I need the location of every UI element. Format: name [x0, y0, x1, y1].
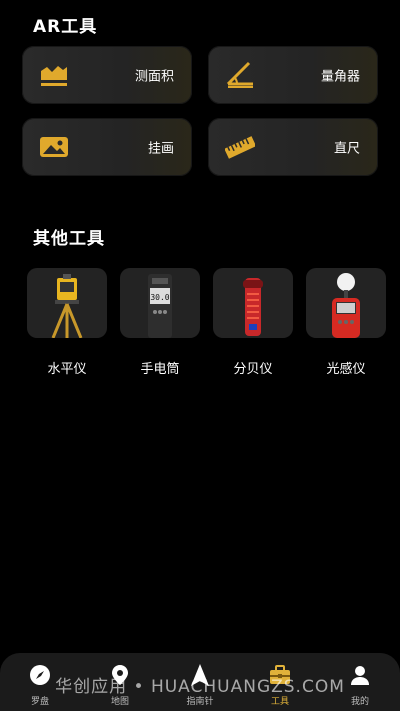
ar-tools-title: AR工具 — [33, 17, 98, 37]
card-picture-hang[interactable]: 挂画 — [22, 118, 192, 176]
tool-level[interactable]: 水平仪 — [27, 268, 107, 377]
tool-flashlight[interactable]: 30.0 手电筒 — [120, 268, 200, 377]
tool-light-meter[interactable]: 光感仪 — [306, 268, 386, 377]
area-measure-icon — [41, 66, 67, 86]
card-label: 直尺 — [333, 141, 360, 157]
decibel-meter-icon — [243, 278, 263, 336]
card-ruler[interactable]: 直尺 — [208, 118, 378, 176]
tool-label: 光感仪 — [326, 362, 366, 377]
tool-decibel[interactable]: 分贝仪 — [213, 268, 293, 377]
watermark-text: 华创应用 • HUACHUANGZS.COM — [55, 677, 345, 697]
tool-label: 手电筒 — [140, 362, 180, 377]
picture-hang-icon — [40, 137, 68, 157]
card-label: 挂画 — [147, 141, 174, 157]
protractor-icon — [226, 61, 253, 88]
light-meter-icon — [332, 273, 360, 338]
tool-label: 分贝仪 — [233, 362, 273, 377]
card-protractor[interactable]: 量角器 — [208, 46, 378, 104]
level-instrument-icon — [51, 274, 83, 338]
card-label: 量角器 — [320, 69, 360, 85]
card-label: 测面积 — [134, 69, 174, 85]
other-tools-title: 其他工具 — [33, 229, 105, 249]
svg-text:30.0: 30.0 — [150, 293, 169, 302]
flashlight-icon: 30.0 — [148, 274, 172, 338]
card-area-measure[interactable]: 测面积 — [22, 46, 192, 104]
tool-label: 水平仪 — [47, 362, 87, 377]
ruler-icon — [225, 136, 255, 159]
